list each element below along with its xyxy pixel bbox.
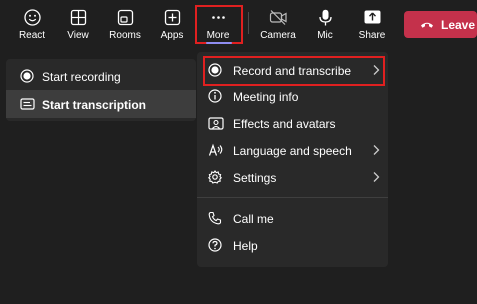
help-icon <box>208 238 222 252</box>
call-me-item[interactable]: Call me <box>197 206 388 232</box>
share-button[interactable]: Share <box>357 0 387 48</box>
start-transcription-label: Start transcription <box>42 98 147 112</box>
camera-button[interactable]: Camera <box>260 0 296 48</box>
language-and-speech-label: Language and speech <box>233 144 352 158</box>
react-label: React <box>18 30 46 41</box>
language-icon <box>208 143 223 156</box>
apps-button[interactable]: Apps <box>157 0 187 48</box>
rooms-button[interactable]: Rooms <box>109 0 141 48</box>
info-icon <box>208 89 222 103</box>
start-recording-label: Start recording <box>42 70 121 84</box>
start-recording-item[interactable]: Start recording <box>6 62 196 90</box>
help-label: Help <box>233 239 258 253</box>
effects-icon <box>208 117 224 130</box>
smiley-icon <box>23 9 41 26</box>
react-button[interactable]: React <box>17 0 47 48</box>
call-me-label: Call me <box>233 212 274 226</box>
chevron-right-icon <box>373 172 380 182</box>
effects-and-avatars-label: Effects and avatars <box>233 117 336 131</box>
mic-label: Mic <box>317 30 333 41</box>
view-button[interactable]: View <box>63 0 93 48</box>
camera-label: Camera <box>260 30 296 41</box>
share-label: Share <box>358 30 386 41</box>
phone-icon <box>208 211 222 225</box>
share-screen-icon <box>364 10 380 24</box>
chevron-right-icon <box>373 145 380 155</box>
effects-and-avatars-item[interactable]: Effects and avatars <box>197 111 388 137</box>
rooms-icon <box>117 9 133 26</box>
meeting-info-item[interactable]: Meeting info <box>197 84 388 110</box>
microphone-icon <box>318 9 332 26</box>
gear-icon <box>208 170 222 184</box>
help-item[interactable]: Help <box>197 233 388 259</box>
rooms-label: Rooms <box>109 30 141 41</box>
apps-label: Apps <box>160 30 184 41</box>
leave-button[interactable]: Leave <box>404 11 477 38</box>
menu-separator <box>197 197 388 198</box>
more-active-indicator <box>206 42 232 44</box>
grid-view-icon <box>70 9 86 26</box>
settings-item[interactable]: Settings <box>197 165 388 191</box>
add-app-icon <box>164 9 180 26</box>
leave-label: Leave <box>441 17 476 32</box>
hang-up-icon <box>421 22 433 28</box>
transcript-icon <box>20 98 35 110</box>
record-icon <box>20 69 34 83</box>
settings-label: Settings <box>233 171 277 185</box>
language-and-speech-item[interactable]: Language and speech <box>197 138 388 164</box>
toolbar-divider <box>248 12 249 34</box>
camera-off-icon <box>269 10 287 25</box>
record-highlight-box <box>203 56 385 86</box>
meeting-info-label: Meeting info <box>233 90 299 104</box>
more-highlight-box <box>195 5 243 44</box>
meeting-toolbar: React View Rooms Apps More Camera Mic Sh… <box>0 0 477 48</box>
view-label: View <box>67 30 89 41</box>
mic-button[interactable]: Mic <box>310 0 340 48</box>
record-transcribe-submenu: Start recording Start transcription <box>6 59 196 121</box>
start-transcription-item[interactable]: Start transcription <box>6 90 196 118</box>
